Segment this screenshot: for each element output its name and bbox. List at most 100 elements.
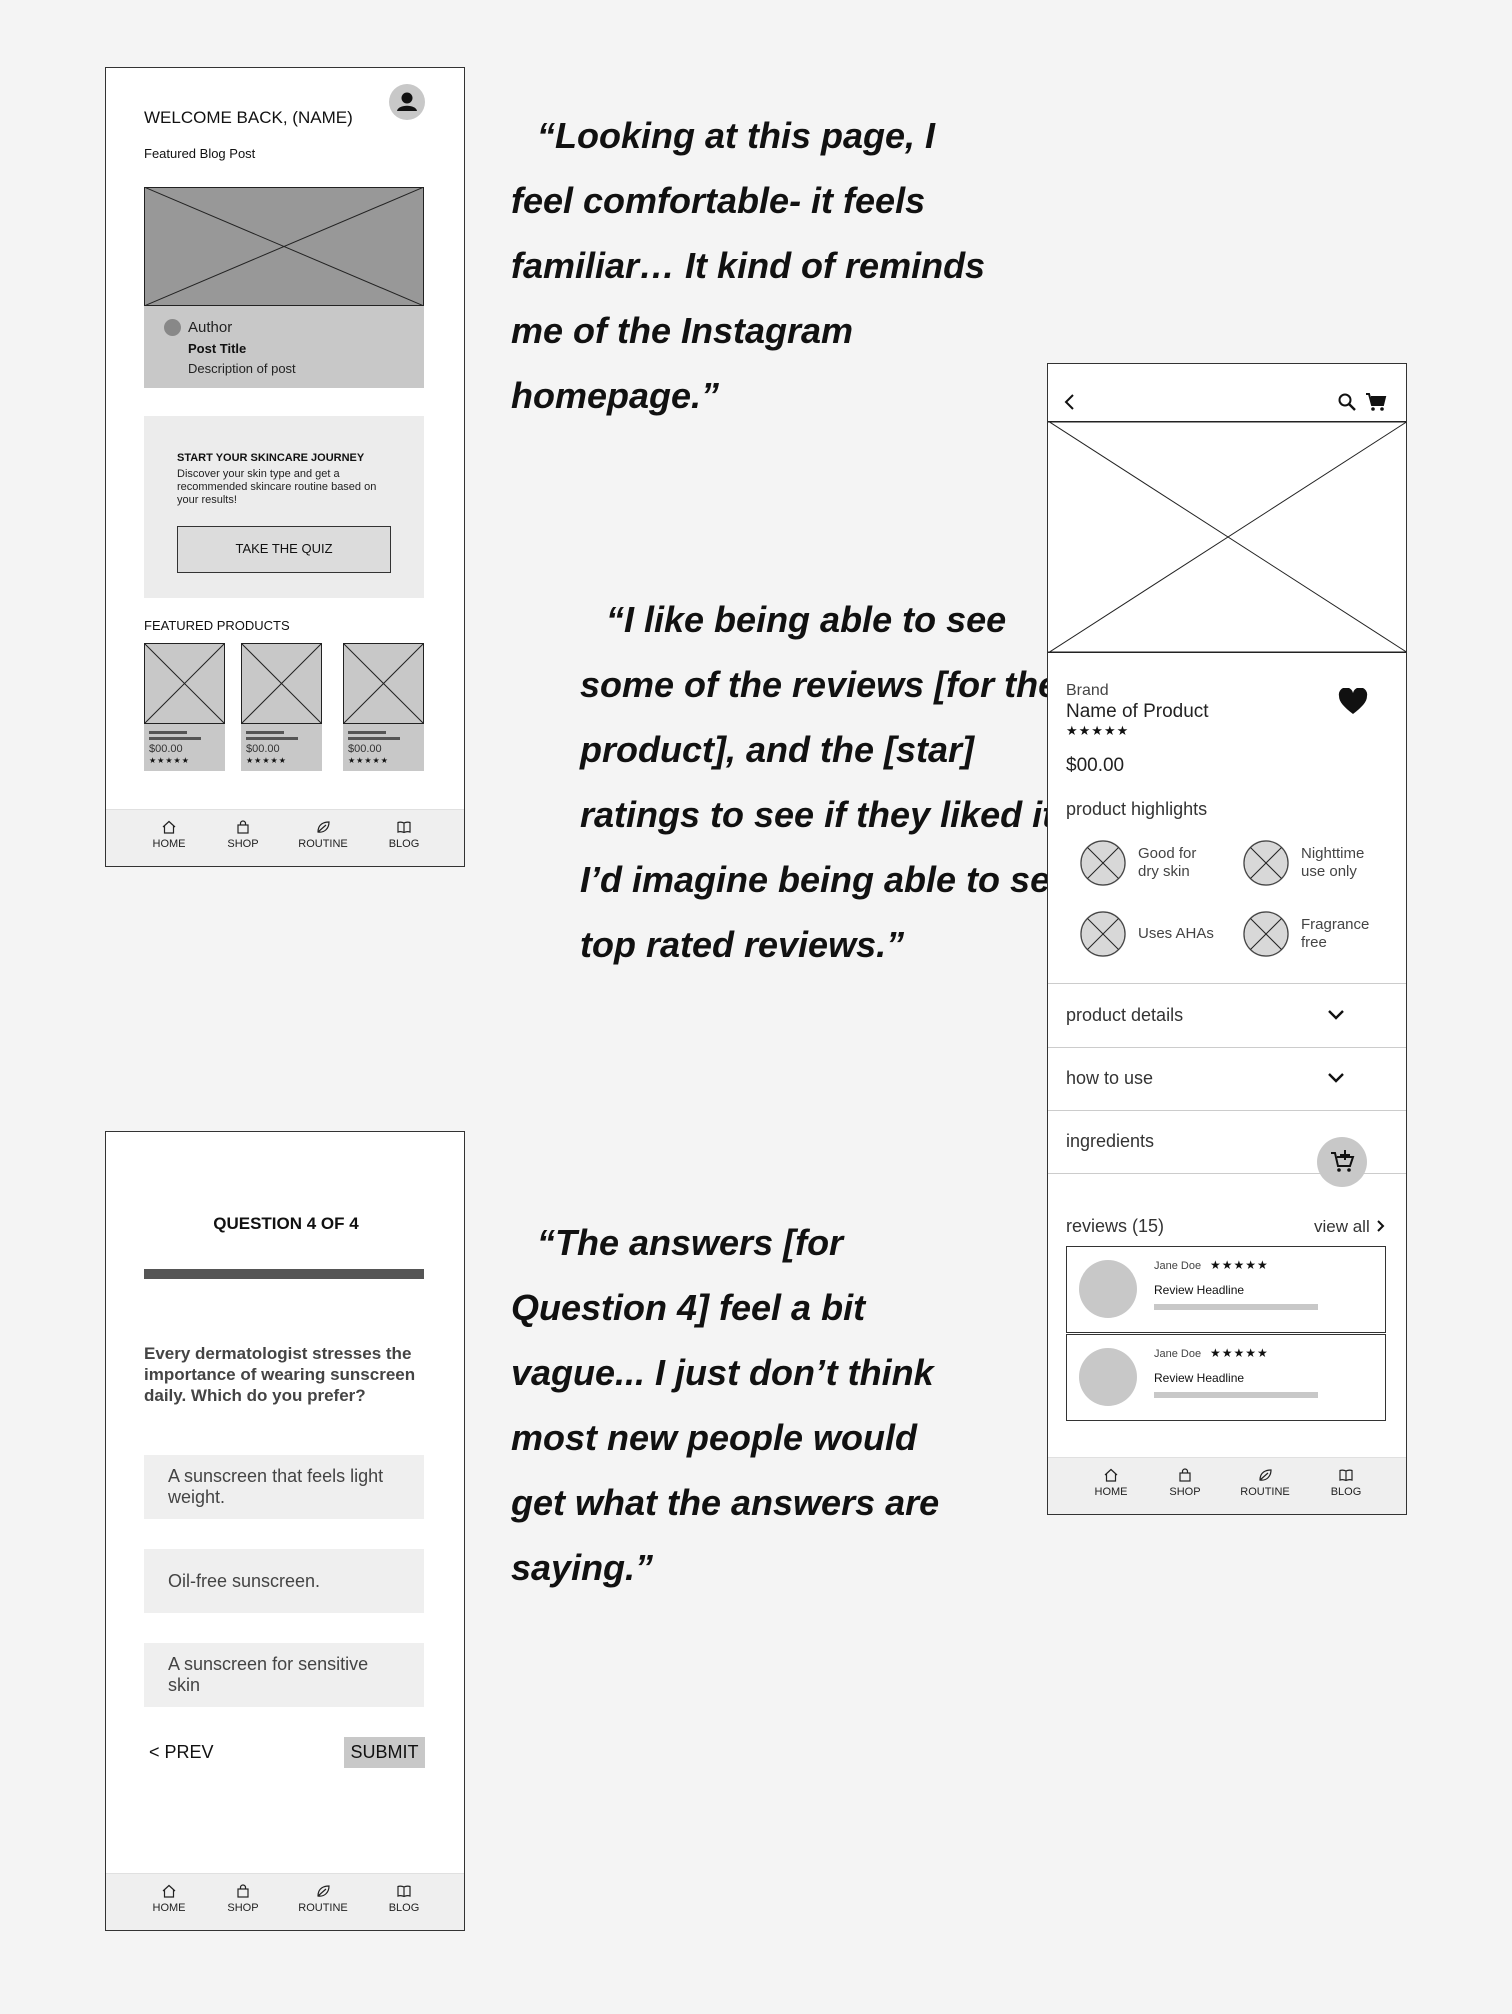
product-card[interactable]: $00.00 ★★★★★ [241, 643, 322, 771]
product-screen: Brand Name of Product ★★★★★ $00.00 produ… [1047, 363, 1407, 1515]
featured-blog-card[interactable]: Author Post Title Description of post [144, 187, 424, 388]
nav-shop[interactable]: SHOP [208, 1883, 278, 1914]
product-price: $00.00 [1066, 755, 1125, 776]
quote-line: feel comfortable- it feels [511, 180, 926, 221]
review-stars: ★★★★★ [1210, 1346, 1269, 1360]
nav-blog-label: BLOG [388, 838, 420, 850]
blog-book-icon [397, 1885, 411, 1898]
add-to-cart-icon[interactable] [1317, 1137, 1367, 1187]
blog-book-icon [397, 821, 411, 834]
accordion-how-to-use[interactable]: how to use [1048, 1048, 1406, 1111]
product-name: Name of Product [1066, 701, 1209, 722]
post-title: Post Title [188, 341, 247, 356]
highlights-label: product highlights [1066, 799, 1208, 819]
bottom-nav: HOME SHOP ROUTINE BLOG [1048, 1457, 1406, 1514]
accordion-label: product details [1066, 1005, 1184, 1025]
nav-shop[interactable]: SHOP [1150, 1467, 1220, 1498]
accordion-label: how to use [1066, 1068, 1154, 1088]
reviewer-avatar [1079, 1348, 1137, 1406]
quote-line: saying.” [511, 1547, 654, 1588]
product-price: $00.00 [348, 743, 382, 755]
nav-shop[interactable]: SHOP [208, 819, 278, 850]
nav-routine[interactable]: ROUTINE [288, 1883, 358, 1914]
nav-blog[interactable]: BLOG [369, 1883, 439, 1914]
nav-home[interactable]: HOME [134, 1883, 204, 1914]
quote-product: “I like being able to see some of the re… [580, 587, 1070, 977]
featured-products-label: FEATURED PRODUCTS [144, 618, 290, 633]
answer-option[interactable]: A sunscreen for sensitive skin [144, 1643, 424, 1707]
review-card[interactable]: Jane Doe ★★★★★ Review Headline [1066, 1334, 1386, 1421]
prev-button[interactable]: < PREV [149, 1742, 214, 1763]
heart-icon[interactable] [1338, 687, 1368, 716]
review-headline: Review Headline [1154, 1283, 1245, 1297]
back-arrow-icon[interactable] [1062, 392, 1078, 412]
quote-line: I’d imagine being able to see [580, 859, 1071, 900]
nav-blog[interactable]: BLOG [369, 819, 439, 850]
quote-line: me of the Instagram [511, 310, 854, 351]
nav-home[interactable]: HOME [134, 819, 204, 850]
take-quiz-button[interactable]: TAKE THE QUIZ [177, 526, 391, 573]
blog-book-icon [1339, 1469, 1353, 1482]
product-price: $00.00 [149, 743, 183, 755]
review-card[interactable]: Jane Doe ★★★★★ Review Headline [1066, 1246, 1386, 1333]
journey-body: Discover your skin type and get a recomm… [177, 468, 377, 506]
accordion-product-details[interactable]: product details [1048, 985, 1406, 1048]
chevron-right-icon [1377, 1220, 1385, 1232]
bottom-nav: HOME SHOP ROUTINE BLOG [106, 809, 464, 866]
answer-option[interactable]: A sunscreen that feels light weight. [144, 1455, 424, 1519]
quote-line: “The answers [for [537, 1222, 844, 1263]
quote-line: product], and the [star] [580, 729, 974, 770]
quote-line: vague... I just don’t think [511, 1352, 934, 1393]
product-image-placeholder [144, 643, 225, 724]
reviewer-name: Jane Doe [1154, 1260, 1202, 1272]
product-price: $00.00 [246, 743, 280, 755]
product-card[interactable]: $00.00 ★★★★★ [343, 643, 424, 771]
reviewer-avatar [1079, 1260, 1137, 1318]
product-image-placeholder [1048, 421, 1406, 653]
quote-quiz: “The answers [for Question 4] feel a bit… [511, 1210, 939, 1600]
user-icon[interactable] [389, 84, 425, 120]
answer-option[interactable]: Oil-free sunscreen. [144, 1549, 424, 1613]
chevron-down-icon [1328, 1010, 1344, 1020]
submit-button[interactable]: SUBMIT [344, 1737, 425, 1768]
product-image-placeholder [241, 643, 322, 724]
shop-bag-icon [1179, 1468, 1191, 1482]
review-stars: ★★★★★ [1210, 1258, 1269, 1272]
quote-line: homepage.” [511, 375, 720, 416]
view-all-link[interactable]: view all [1314, 1217, 1385, 1237]
reviewer-name: Jane Doe [1154, 1348, 1202, 1360]
nav-routine-label: ROUTINE [298, 838, 348, 850]
home-screen: WELCOME BACK, (NAME) Featured Blog Post … [105, 67, 465, 867]
highlight-label: Nighttime use only [1301, 845, 1365, 880]
nav-home-label: HOME [152, 1902, 186, 1914]
welcome-heading: WELCOME BACK, (NAME) [144, 108, 353, 127]
nav-routine[interactable]: ROUTINE [288, 819, 358, 850]
home-icon [162, 820, 176, 834]
blog-image-placeholder [144, 187, 424, 306]
quote-line: “Looking at this page, I [537, 115, 936, 156]
quote-line: familiar… It kind of reminds [511, 245, 986, 286]
chevron-down-icon [1328, 1073, 1344, 1083]
cart-icon[interactable] [1365, 392, 1387, 412]
product-stars: ★★★★★ [246, 756, 287, 765]
author-avatar [164, 319, 181, 336]
quiz-progress-track [144, 1269, 424, 1279]
nav-home-label: HOME [152, 838, 186, 850]
home-icon [1104, 1468, 1118, 1482]
author-name: Author [188, 319, 233, 336]
review-headline: Review Headline [1154, 1371, 1245, 1385]
featured-blog-label: Featured Blog Post [144, 146, 256, 161]
brand-label: Brand [1066, 682, 1109, 699]
quiz-screen: QUESTION 4 OF 4 Every dermatologist stre… [105, 1131, 465, 1931]
nav-blog[interactable]: BLOG [1311, 1467, 1381, 1498]
nav-home[interactable]: HOME [1076, 1467, 1146, 1498]
accordion-label: ingredients [1066, 1131, 1155, 1151]
nav-routine[interactable]: ROUTINE [1230, 1467, 1300, 1498]
product-card[interactable]: $00.00 ★★★★★ [144, 643, 225, 771]
product-rating-stars: ★★★★★ [1066, 723, 1130, 738]
search-icon[interactable] [1337, 392, 1357, 412]
quote-line: get what the answers are [511, 1482, 940, 1523]
highlight-icon [1080, 911, 1126, 957]
nav-routine-label: ROUTINE [1240, 1486, 1290, 1498]
quote-line: some of the reviews [for the [580, 664, 1059, 705]
